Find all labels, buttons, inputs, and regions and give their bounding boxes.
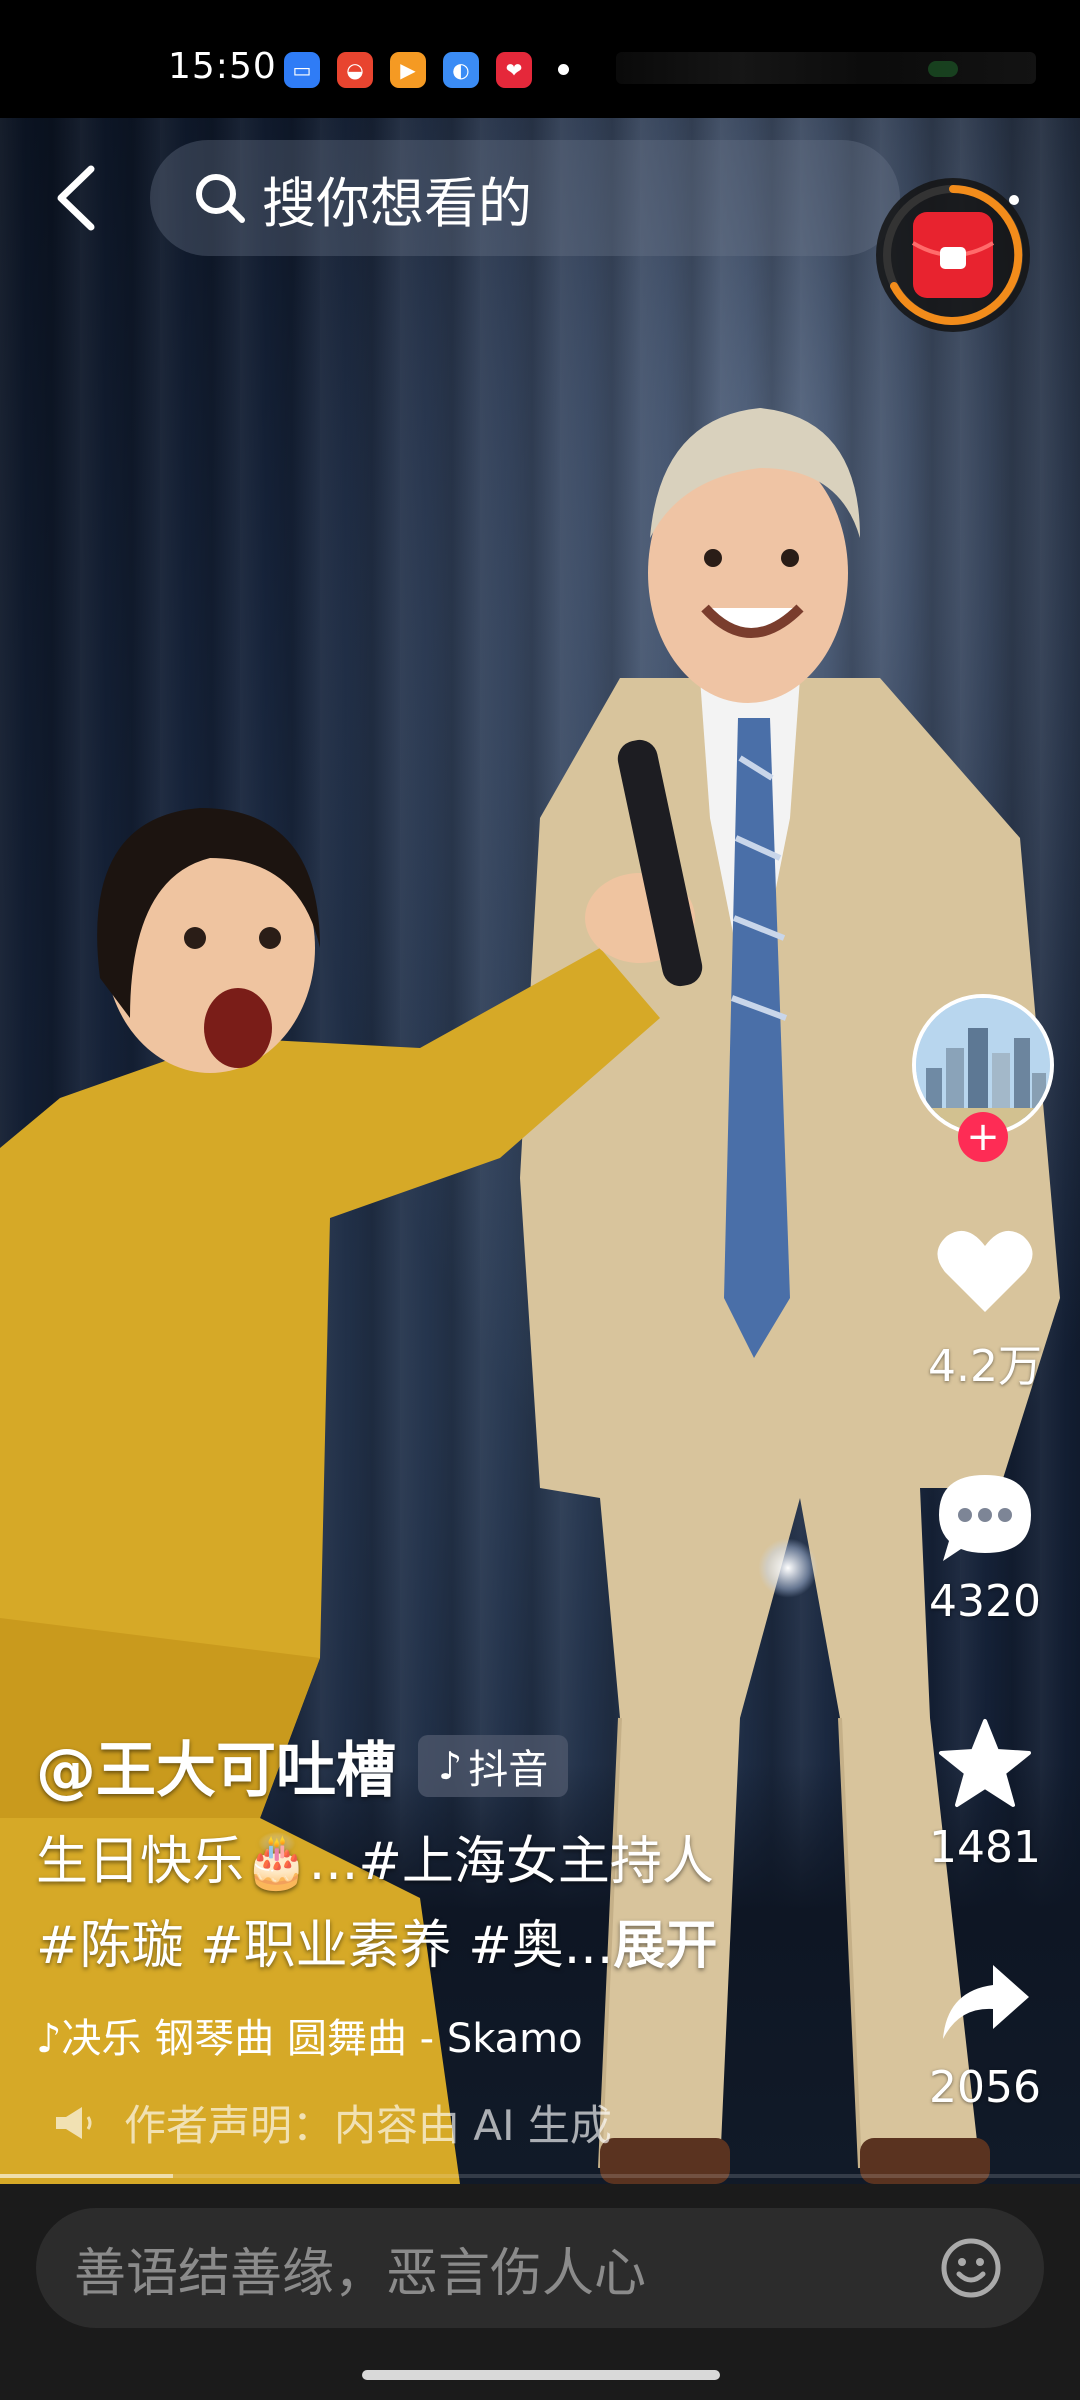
megaphone-icon <box>56 2106 92 2139</box>
caption-line-1: 生日快乐🎂...#上海女主持人 <box>36 1832 714 1892</box>
expand-caption-button[interactable]: 展开 <box>613 1916 717 1976</box>
follow-button[interactable]: + <box>958 1112 1008 1162</box>
video-caption[interactable]: 生日快乐🎂...#上海女主持人 #陈璇 #职业素养 #奥...展开 <box>36 1820 796 1988</box>
music-title: ♪决乐 钢琴曲 圆舞曲 - Skamo <box>36 2016 583 2062</box>
red-heart-app-icon: ❤ <box>496 52 532 88</box>
reward-progress-ring <box>883 185 1023 325</box>
smiley-icon <box>941 2238 1001 2298</box>
stage-spotlight <box>758 1538 818 1598</box>
search-placeholder: 搜你想看的 <box>262 171 532 235</box>
like-button[interactable]: 4.2万 <box>900 1216 1070 1394</box>
search-icon <box>190 168 250 228</box>
home-indicator[interactable] <box>362 2370 720 2380</box>
platform-tag-label: 抖音 <box>468 1746 549 1793</box>
share-count: 2056 <box>929 2062 1041 2113</box>
search-bar[interactable]: 搜你想看的 <box>150 140 900 256</box>
status-time: 15:50 <box>168 46 277 87</box>
comment-count: 4320 <box>929 1576 1041 1627</box>
comment-button[interactable]: 4320 <box>900 1462 1070 1627</box>
comment-input[interactable]: 善语结善缘，恶言伤人心 <box>36 2208 1044 2328</box>
share-button[interactable]: 2056 <box>900 1948 1070 2113</box>
caption-hashtags[interactable]: #陈璇 #职业素养 #奥... <box>36 1916 613 1976</box>
music-info[interactable]: ♪决乐 钢琴曲 圆舞曲 - Skamo <box>36 2006 636 2064</box>
heart-icon <box>900 1216 1070 1326</box>
comment-placeholder: 善语结善缘，恶言伤人心 <box>74 2243 647 2304</box>
emoji-button[interactable] <box>936 2233 1006 2303</box>
video-progress-fill <box>0 2174 173 2178</box>
douyin-video-screen: 15:50 ▭ ◒ ▶ ◐ ❤ 搜你想看的 + 4.2万 4320 1481 2… <box>0 0 1080 2400</box>
caption-line-2: #陈璇 #职业素养 #奥...展开 <box>36 1904 796 1988</box>
chevron-left-icon <box>57 165 95 231</box>
platform-tag: ♪ 抖音 <box>418 1734 569 1797</box>
like-count: 4.2万 <box>928 1341 1042 1392</box>
douyin-logo-icon: ♪ <box>438 1743 463 1788</box>
favorite-button[interactable]: 1481 <box>900 1708 1070 1873</box>
status-bar: 15:50 ▭ ◒ ▶ ◐ ❤ <box>0 0 1080 118</box>
red-envelope-reward-button[interactable] <box>876 178 1030 332</box>
network-icon <box>928 61 958 77</box>
ai-disclaimer: 作者声明：内容由 AI 生成 <box>52 2092 612 2153</box>
blue-app-icon: ▭ <box>284 52 320 88</box>
more-notifications-dot <box>558 64 569 75</box>
orange-video-icon: ▶ <box>390 52 426 88</box>
author-row: @王大可吐槽 ♪ 抖音 <box>36 1722 569 1809</box>
red-app-icon: ◒ <box>337 52 373 88</box>
back-button[interactable] <box>44 158 108 238</box>
comment-icon <box>900 1462 1070 1572</box>
favorite-count: 1481 <box>929 1822 1041 1873</box>
notification-icons: ▭ ◒ ▶ ◐ ❤ <box>284 52 532 88</box>
star-icon <box>900 1708 1070 1818</box>
disclaimer-text: 作者声明：内容由 AI 生成 <box>124 2101 612 2150</box>
blue-browser-icon: ◐ <box>443 52 479 88</box>
author-name[interactable]: @王大可吐槽 <box>36 1722 396 1809</box>
system-status-icons <box>616 52 1036 84</box>
share-arrow-icon <box>900 1948 1070 2058</box>
